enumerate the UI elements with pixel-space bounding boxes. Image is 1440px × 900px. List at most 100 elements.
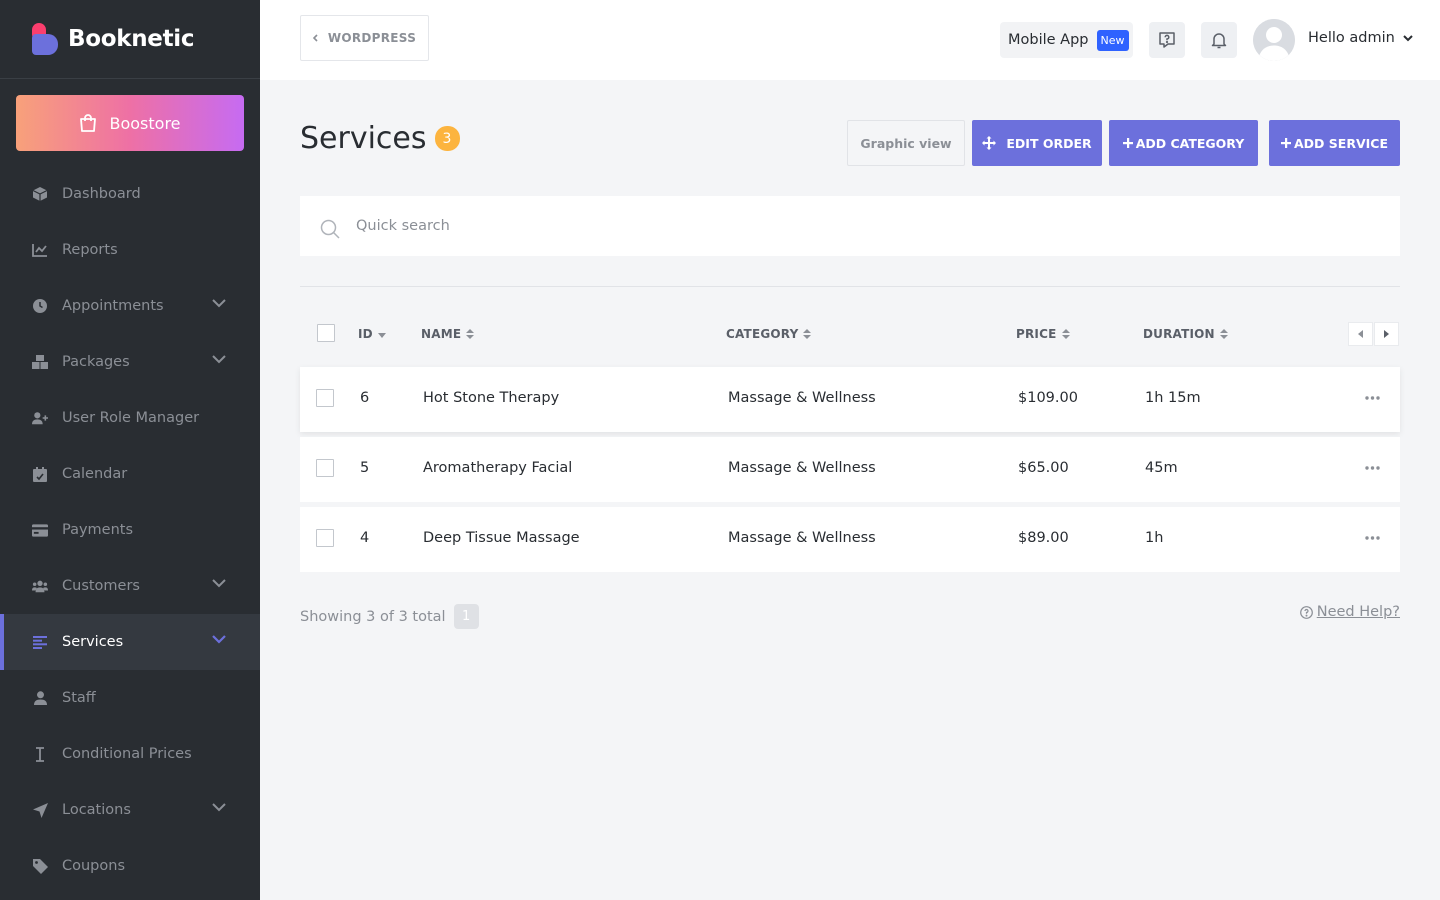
services-count-badge: 3 — [434, 126, 460, 151]
sidebar-item-staff[interactable]: Staff — [0, 670, 260, 726]
sidebar-item-label: Coupons — [62, 858, 126, 874]
mobile-app-button[interactable]: Mobile App New — [1000, 22, 1133, 58]
booknetic-logo-icon — [32, 23, 58, 55]
chevron-down-icon[interactable] — [212, 635, 226, 644]
more-options-icon[interactable] — [1365, 396, 1380, 400]
add-service-button[interactable]: ADD SERVICE — [1269, 120, 1400, 166]
row-checkbox[interactable] — [316, 529, 334, 547]
page-number-button[interactable]: 1 — [453, 604, 479, 629]
select-all-checkbox[interactable] — [317, 324, 335, 342]
sort-icon — [803, 329, 812, 339]
sidebar-item-label: Reports — [62, 242, 118, 258]
edit-order-button[interactable]: EDIT ORDER — [972, 120, 1102, 166]
row-category: Massage & Wellness — [728, 530, 876, 546]
sidebar-item-services[interactable]: Services — [0, 614, 260, 670]
column-header-label: NAME — [421, 327, 462, 341]
chevron-down-icon[interactable] — [212, 579, 226, 588]
notifications-button[interactable] — [1201, 22, 1237, 58]
sort-icon — [466, 329, 475, 339]
i-cursor-icon — [32, 746, 48, 762]
more-options-icon[interactable] — [1365, 536, 1380, 540]
feedback-button[interactable] — [1149, 22, 1185, 58]
row-duration: 1h — [1145, 530, 1164, 546]
sidebar-item-conditional-prices[interactable]: Conditional Prices — [0, 726, 260, 782]
chevron-down-icon[interactable] — [212, 355, 226, 364]
chevron-down-icon[interactable] — [212, 299, 226, 308]
sidebar-item-customers[interactable]: Customers — [0, 558, 260, 614]
plus-icon — [1281, 138, 1291, 148]
sidebar-item-user-role-manager[interactable]: User Role Manager — [0, 390, 260, 446]
table-row[interactable]: 5 Aromatherapy Facial Massage & Wellness… — [300, 437, 1400, 502]
brand-name: Booknetic — [68, 26, 195, 52]
scroll-right-button[interactable] — [1374, 322, 1399, 346]
need-help-link[interactable]: Need Help? — [1299, 604, 1400, 620]
sidebar-item-label: Services — [62, 634, 124, 650]
sidebar: Booknetic Boostore Dashboard Reports App… — [0, 0, 260, 900]
sidebar-item-coupons[interactable]: Coupons — [0, 838, 260, 894]
bell-icon — [1211, 33, 1227, 49]
row-price: $109.00 — [1018, 390, 1078, 406]
row-checkbox[interactable] — [316, 459, 334, 477]
table-row[interactable]: 4 Deep Tissue Massage Massage & Wellness… — [300, 507, 1400, 572]
row-category: Massage & Wellness — [728, 390, 876, 406]
row-checkbox[interactable] — [316, 389, 334, 407]
need-help-label: Need Help? — [1316, 604, 1400, 620]
user-icon — [32, 690, 48, 706]
caret-left-icon — [1358, 330, 1363, 338]
row-id: 6 — [360, 390, 370, 406]
sidebar-item-calendar[interactable]: Calendar — [0, 446, 260, 502]
showing-text: Showing 3 of 3 total — [300, 608, 446, 625]
pagination-summary: Showing 3 of 3 total 1 — [300, 604, 479, 629]
graphic-view-button[interactable]: Graphic view — [847, 120, 965, 166]
user-menu[interactable]: Hello admin — [1308, 30, 1413, 46]
column-header-duration[interactable]: DURATION — [1143, 327, 1228, 341]
table-row[interactable]: 6 Hot Stone Therapy Massage & Wellness $… — [300, 367, 1400, 432]
row-name: Aromatherapy Facial — [423, 460, 573, 476]
align-left-icon — [32, 634, 48, 650]
sidebar-item-payments[interactable]: Payments — [0, 502, 260, 558]
column-header-name[interactable]: NAME — [421, 327, 475, 341]
column-header-category[interactable]: CATEGORY — [726, 327, 812, 341]
add-service-label: ADD SERVICE — [1294, 135, 1388, 151]
chart-line-icon — [32, 242, 48, 258]
brand[interactable]: Booknetic — [0, 0, 260, 79]
row-id: 5 — [360, 460, 370, 476]
add-category-button[interactable]: ADD CATEGORY — [1109, 120, 1258, 166]
new-badge: New — [1096, 29, 1129, 51]
question-circle-icon — [1299, 605, 1313, 619]
column-header-label: PRICE — [1016, 327, 1057, 341]
row-category: Massage & Wellness — [728, 460, 876, 476]
column-header-id[interactable]: ID — [358, 327, 386, 341]
calendar-icon — [32, 466, 48, 482]
wordpress-back-button[interactable]: WORDPRESS — [300, 15, 429, 61]
quick-search-box — [300, 196, 1400, 256]
chevron-down-icon[interactable] — [212, 803, 226, 812]
row-price: $65.00 — [1018, 460, 1069, 476]
sidebar-item-locations[interactable]: Locations — [0, 782, 260, 838]
row-price: $89.00 — [1018, 530, 1069, 546]
wordpress-label: WORDPRESS — [327, 31, 417, 45]
sidebar-item-reports[interactable]: Reports — [0, 222, 260, 278]
boostore-button[interactable]: Boostore — [16, 95, 244, 151]
sidebar-item-label: User Role Manager — [62, 410, 200, 426]
row-name: Hot Stone Therapy — [423, 390, 560, 406]
column-header-label: DURATION — [1143, 327, 1215, 341]
sidebar-item-label: Staff — [62, 690, 96, 706]
quick-search-input[interactable] — [356, 218, 1256, 234]
sort-icon — [1219, 329, 1228, 339]
dashboard-icon — [32, 186, 48, 202]
page-title-text: Services — [300, 121, 427, 156]
page-title: Services 3 — [300, 121, 460, 156]
sidebar-item-packages[interactable]: Packages — [0, 334, 260, 390]
add-category-label: ADD CATEGORY — [1135, 135, 1245, 151]
caret-down-icon — [1403, 34, 1413, 41]
avatar[interactable] — [1253, 19, 1295, 61]
tag-icon — [32, 858, 48, 874]
sidebar-item-appointments[interactable]: Appointments — [0, 278, 260, 334]
scroll-left-button[interactable] — [1348, 322, 1373, 346]
sidebar-item-dashboard[interactable]: Dashboard — [0, 166, 260, 222]
more-options-icon[interactable] — [1365, 466, 1380, 470]
users-icon — [32, 578, 48, 594]
column-header-price[interactable]: PRICE — [1016, 327, 1070, 341]
row-duration: 1h 15m — [1145, 390, 1201, 406]
